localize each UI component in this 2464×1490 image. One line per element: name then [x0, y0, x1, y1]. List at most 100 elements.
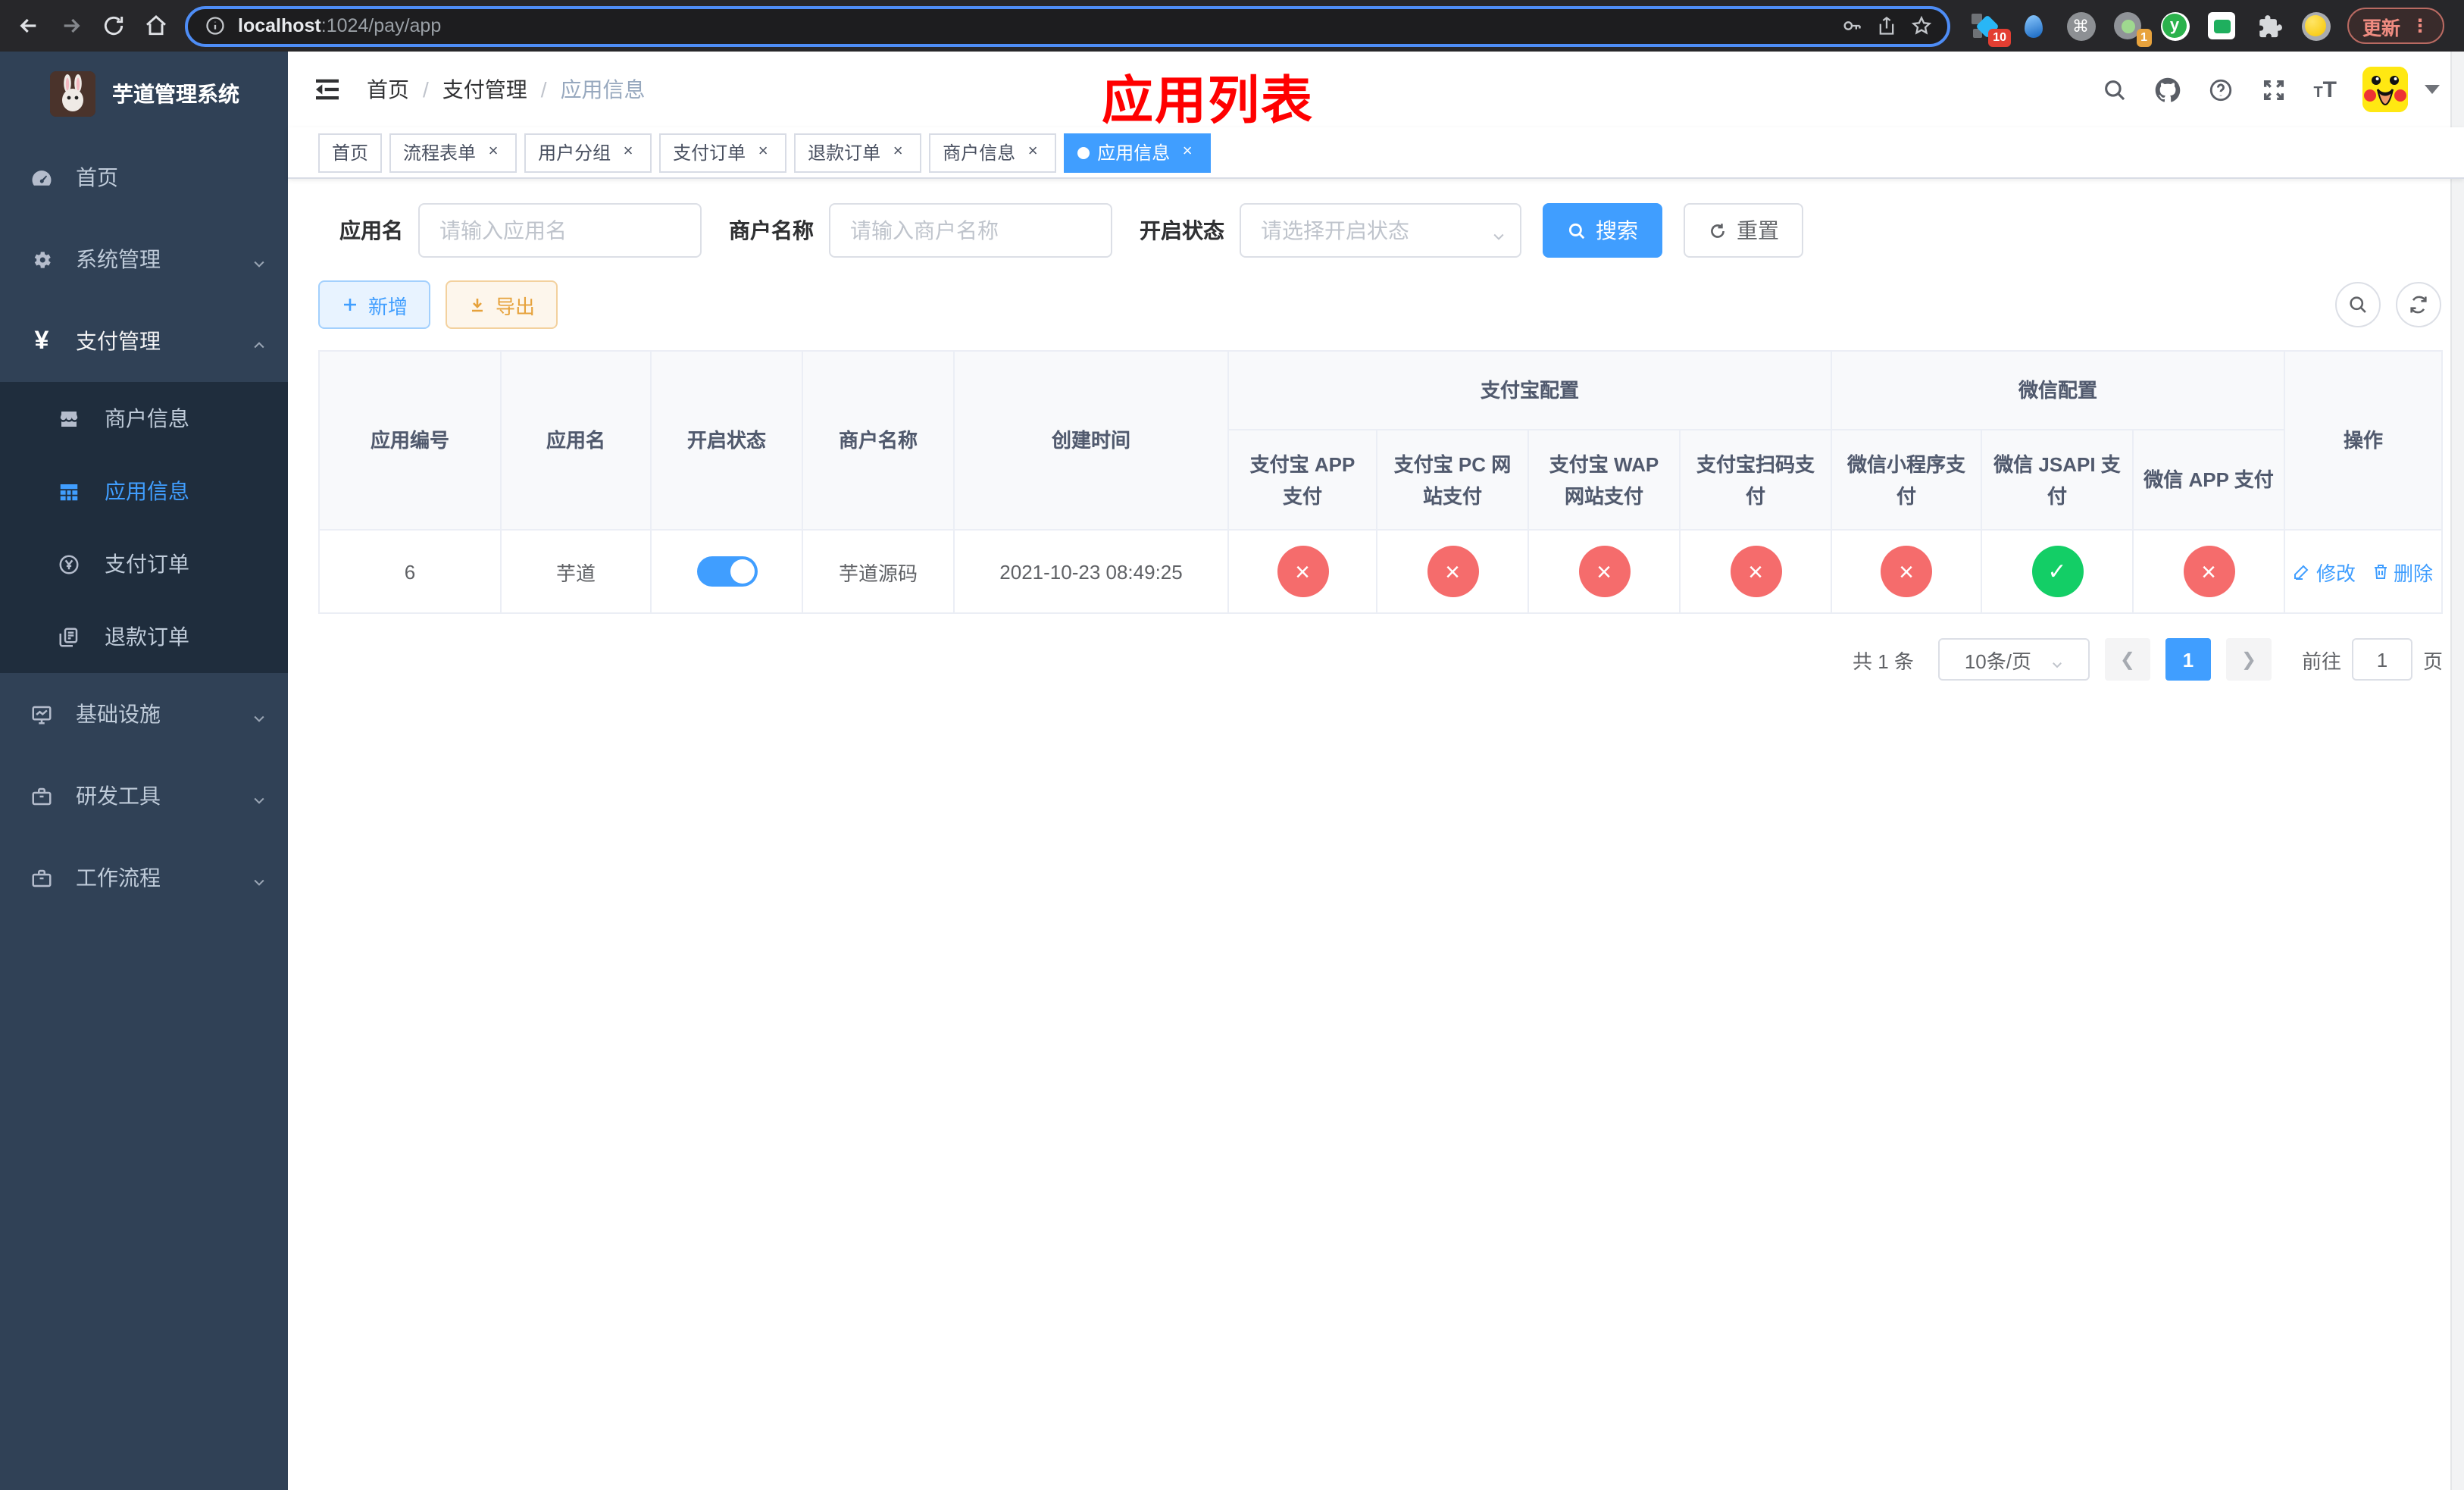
- browser-toolbar: localhost:1024/pay/app 10 ⌘ 1 y 更新 ⋮: [0, 0, 2464, 52]
- fullscreen-icon[interactable]: [2260, 76, 2287, 103]
- edit-link[interactable]: 修改: [2294, 557, 2356, 586]
- breadcrumb-home[interactable]: 首页: [367, 74, 409, 105]
- sidebar-item-label: 商户信息: [105, 406, 189, 430]
- user-avatar[interactable]: [2362, 67, 2408, 112]
- sidebar-item-system[interactable]: 系统管理: [0, 218, 288, 300]
- sidebar-item-payment[interactable]: ¥ 支付管理: [0, 300, 288, 382]
- col-header-action: 操作: [2285, 352, 2443, 531]
- enabled-toggle[interactable]: [696, 556, 757, 587]
- sidebar-item-home[interactable]: 首页: [0, 136, 288, 218]
- sidebar-item-workflow[interactable]: 工作流程: [0, 837, 288, 919]
- extension-diamond-icon[interactable]: 10: [1972, 11, 2011, 47]
- col-group-wechat: 微信配置: [1832, 352, 2285, 430]
- home-icon[interactable]: [142, 12, 170, 39]
- yen-circle-icon: [58, 552, 80, 575]
- help-icon[interactable]: [2207, 76, 2234, 103]
- avatar-dropdown-caret[interactable]: [2425, 85, 2440, 94]
- extension-chat-icon[interactable]: [2206, 11, 2237, 41]
- extension-command-icon[interactable]: ⌘: [2065, 11, 2096, 41]
- forward-icon[interactable]: [58, 12, 85, 39]
- reload-icon[interactable]: [100, 12, 127, 39]
- sidebar-item-refund-order[interactable]: 退款订单: [0, 600, 288, 673]
- page-size-select[interactable]: 10条/页: [1937, 638, 2090, 681]
- add-button[interactable]: 新增: [318, 280, 431, 329]
- tab-pay-order[interactable]: 支付订单 ×: [659, 133, 787, 172]
- status-select[interactable]: 请选择开启状态: [1240, 203, 1521, 258]
- table-tools: [2335, 282, 2441, 327]
- sidebar-item-pay-order[interactable]: 支付订单: [0, 527, 288, 600]
- close-icon[interactable]: ×: [1023, 142, 1043, 162]
- tab-app-info-active[interactable]: 应用信息 ×: [1064, 133, 1212, 172]
- font-size-icon[interactable]: TT: [2313, 77, 2337, 102]
- app-name-input[interactable]: [418, 203, 702, 258]
- cell-alipay-pc-status: [1377, 531, 1529, 614]
- sidebar-item-label: 研发工具: [76, 784, 161, 808]
- delete-link[interactable]: 删除: [2371, 557, 2433, 586]
- sidebar-item-infra[interactable]: 基础设施: [0, 673, 288, 755]
- page-number-1[interactable]: 1: [2165, 638, 2211, 681]
- extensions-puzzle-icon[interactable]: [2253, 11, 2284, 41]
- col-header-app-id: 应用编号: [320, 352, 502, 531]
- app-name-label: 应用名: [339, 218, 403, 243]
- browser-menu-icon[interactable]: ⋮: [2411, 15, 2429, 36]
- close-icon[interactable]: ×: [753, 142, 773, 162]
- extension-recorder-icon[interactable]: 1: [2112, 11, 2152, 47]
- breadcrumb-section[interactable]: 支付管理: [442, 74, 527, 105]
- col-header-alipay-pc: 支付宝 PC 网站支付: [1377, 430, 1529, 531]
- search-icon: [1568, 222, 1585, 239]
- browser-scrollbar[interactable]: [2450, 52, 2464, 1490]
- password-key-icon[interactable]: [1840, 14, 1862, 37]
- search-icon[interactable]: [2101, 76, 2128, 103]
- navbar-actions: TT: [2101, 67, 2440, 112]
- cell-app-name: 芋道: [502, 531, 652, 614]
- breadcrumb-separator: /: [540, 77, 547, 102]
- col-header-app-name: 应用名: [502, 352, 652, 531]
- close-icon[interactable]: ×: [888, 142, 908, 162]
- status-cross-icon: [1730, 546, 1781, 597]
- close-icon[interactable]: ×: [1177, 142, 1197, 162]
- sidebar-item-dev-tools[interactable]: 研发工具: [0, 755, 288, 837]
- search-button[interactable]: 搜索: [1543, 203, 1662, 258]
- page-content: 应用名 商户名称 开启状态 请选择开启状态 搜索 重置: [288, 179, 2464, 681]
- close-icon[interactable]: ×: [618, 142, 638, 162]
- show-search-button[interactable]: [2335, 282, 2381, 327]
- bookmark-star-icon[interactable]: [1909, 14, 1932, 37]
- app-title: 芋道管理系统: [112, 82, 239, 106]
- tab-process-form[interactable]: 流程表单 ×: [389, 133, 518, 172]
- sidebar-collapse-icon[interactable]: [312, 74, 342, 105]
- breadcrumb: 首页 / 支付管理 / 应用信息: [367, 74, 646, 105]
- document-copy-icon: [58, 625, 80, 648]
- share-icon[interactable]: [1875, 14, 1897, 37]
- goto-page-input[interactable]: [2351, 638, 2412, 681]
- close-icon[interactable]: ×: [483, 142, 503, 162]
- refresh-table-button[interactable]: [2396, 282, 2441, 327]
- tab-home[interactable]: 首页: [318, 133, 383, 172]
- extension-y-icon[interactable]: y: [2159, 11, 2190, 41]
- address-bar[interactable]: localhost:1024/pay/app: [185, 5, 1950, 46]
- app-logo-row[interactable]: 芋道管理系统: [0, 52, 288, 136]
- export-button[interactable]: 导出: [446, 280, 558, 329]
- search-icon: [2350, 296, 2366, 313]
- next-page-button[interactable]: ❯: [2225, 638, 2272, 681]
- browser-update-button[interactable]: 更新 ⋮: [2347, 8, 2445, 44]
- site-info-icon[interactable]: [203, 14, 226, 37]
- reset-button[interactable]: 重置: [1684, 203, 1803, 258]
- sidebar-item-merchant-info[interactable]: 商户信息: [0, 382, 288, 455]
- sidebar-item-label: 基础设施: [76, 702, 161, 726]
- back-icon[interactable]: [15, 12, 42, 39]
- github-icon[interactable]: [2154, 76, 2181, 103]
- cell-app-id: 6: [320, 531, 502, 614]
- sidebar-item-label: 首页: [76, 165, 118, 189]
- merchant-name-input[interactable]: [829, 203, 1112, 258]
- extension-balloon-icon[interactable]: [2018, 11, 2049, 41]
- sidebar-item-app-info[interactable]: 应用信息: [0, 455, 288, 527]
- tab-user-group[interactable]: 用户分组 ×: [524, 133, 652, 172]
- prev-page-button[interactable]: ❮: [2104, 638, 2150, 681]
- tab-refund-order[interactable]: 退款订单 ×: [794, 133, 922, 172]
- merchant-name-label: 商户名称: [729, 218, 814, 243]
- dashboard-icon: [30, 166, 53, 189]
- profile-avatar-icon[interactable]: [2300, 11, 2331, 41]
- download-icon: [472, 299, 483, 312]
- tab-merchant-info[interactable]: 商户信息 ×: [929, 133, 1057, 172]
- export-button-label: 导出: [496, 295, 536, 318]
